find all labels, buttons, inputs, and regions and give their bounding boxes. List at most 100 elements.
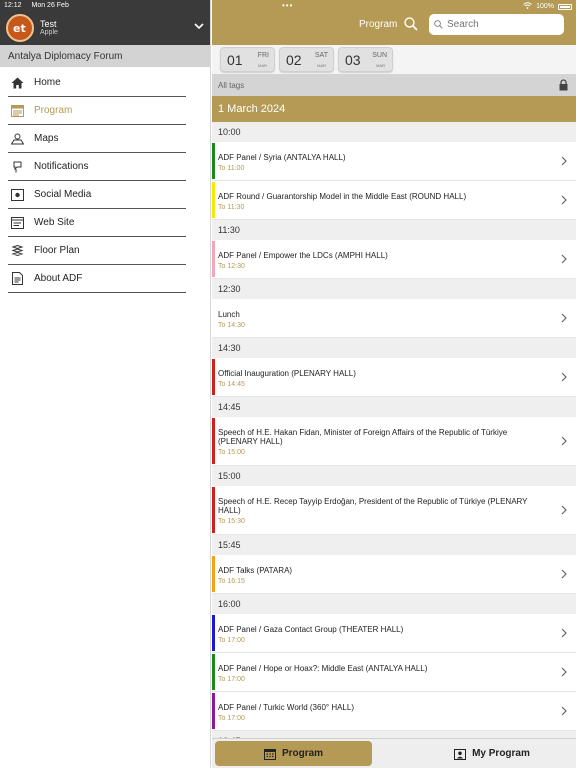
- date-month: MAR: [376, 63, 385, 68]
- sidebar-item-label: Floor Plan: [34, 245, 80, 256]
- sidebar-item-web-site[interactable]: Web Site: [8, 209, 186, 237]
- svg-text:et: et: [13, 22, 26, 35]
- chevron-right-icon: [561, 628, 567, 638]
- chevron-right-icon: [561, 667, 567, 677]
- map-icon: [10, 132, 24, 146]
- sidebar-item-label: Notifications: [34, 161, 89, 172]
- program-icon: [10, 104, 24, 118]
- date-tile-01[interactable]: 01 FRI MAR: [220, 47, 275, 72]
- sidebar-item-social-media[interactable]: Social Media: [8, 181, 186, 209]
- session-title: ADF Panel / Gaza Contact Group (THEATER …: [218, 625, 404, 634]
- main-panel: Program 01 FRI MAR 02 SAT MAR 03 SUN MAR: [212, 0, 576, 768]
- session-row[interactable]: Official Inauguration (PLENARY HALL) To 1…: [212, 358, 576, 397]
- search-icon[interactable]: [404, 17, 418, 31]
- chevron-down-icon[interactable]: [194, 21, 204, 31]
- status-date: Mon 26 Feb: [31, 2, 69, 9]
- session-end-time: To 14:30: [218, 322, 245, 329]
- session-end-time: To 14:45: [218, 381, 245, 388]
- session-row[interactable]: ADF Panel / Syria (ANTALYA HALL) To 11:00: [212, 142, 576, 181]
- battery-icon: [558, 3, 572, 10]
- chevron-right-icon: [561, 372, 567, 382]
- time-header: 11:30: [212, 220, 576, 240]
- calendar-icon: [263, 748, 276, 760]
- session-color-bar: [212, 693, 215, 729]
- info-icon: [10, 272, 24, 286]
- page-title: Program: [359, 19, 398, 30]
- status-bar-right: 100%: [523, 0, 572, 11]
- time-header: 14:45: [212, 397, 576, 417]
- sidebar-item-label: Program: [34, 105, 73, 116]
- session-end-time: To 17:00: [218, 715, 245, 722]
- session-title: Official Inauguration (PLENARY HALL): [218, 369, 356, 378]
- search-input[interactable]: [447, 19, 557, 30]
- session-row[interactable]: ADF Round / Guarantorship Model in the M…: [212, 181, 576, 220]
- sidebar-item-floor-plan[interactable]: Floor Plan: [8, 237, 186, 265]
- session-title: ADF Round / Guarantorship Model in the M…: [218, 192, 467, 201]
- sidebar-item-label: Web Site: [34, 217, 75, 228]
- sidebar-item-label: Social Media: [34, 189, 92, 200]
- sidebar-item-program[interactable]: Program: [8, 97, 186, 125]
- session-end-time: To 12:30: [218, 263, 245, 270]
- date-day: 02: [286, 52, 302, 68]
- sidebar-item-maps[interactable]: Maps: [8, 125, 186, 153]
- battery-percent: 100%: [536, 3, 554, 10]
- session-end-time: To 16:15: [218, 578, 245, 585]
- session-row[interactable]: Speech of H.E. Hakan Fidan, Minister of …: [212, 417, 576, 466]
- session-title: ADF Panel / Turkic World (360° HALL): [218, 703, 354, 712]
- tab-program[interactable]: Program: [215, 741, 372, 766]
- session-row[interactable]: ADF Panel / Empower the LDCs (AMPHI HALL…: [212, 240, 576, 279]
- session-row[interactable]: ADF Panel / Turkic World (360° HALL) To 1…: [212, 692, 576, 731]
- chevron-right-icon: [561, 195, 567, 205]
- session-row[interactable]: ADF Panel / Hope or Hoax?: Middle East (…: [212, 653, 576, 692]
- floor-plan-icon: [10, 244, 24, 258]
- social-media-icon: [10, 188, 24, 202]
- session-end-time: To 11:00: [218, 165, 245, 172]
- date-tile-02[interactable]: 02 SAT MAR: [279, 47, 334, 72]
- search-field[interactable]: [429, 14, 564, 35]
- lock-icon[interactable]: [559, 79, 568, 91]
- tags-label: All tags: [218, 81, 245, 90]
- wifi-icon: [523, 2, 532, 11]
- session-color-bar: [212, 487, 215, 533]
- date-weekday: SAT: [314, 52, 328, 59]
- time-header: 14:30: [212, 338, 576, 358]
- date-tile-03[interactable]: 03 SUN MAR: [338, 47, 393, 72]
- org-title: Antalya Diplomacy Forum: [0, 45, 210, 67]
- avatar[interactable]: et: [6, 14, 34, 42]
- home-icon: [10, 76, 24, 90]
- time-header: 16:00: [212, 594, 576, 614]
- session-row[interactable]: ADF Talks (PATARA) To 16:15: [212, 555, 576, 594]
- date-weekday: SUN: [372, 52, 387, 59]
- session-row[interactable]: Speech of H.E. Recep Tayyip Erdoğan, Pre…: [212, 486, 576, 535]
- multitask-dots[interactable]: •••: [282, 1, 293, 10]
- session-title: ADF Panel / Empower the LDCs (AMPHI HALL…: [218, 251, 388, 260]
- time-header: 15:45: [212, 535, 576, 555]
- sidebar-item-notifications[interactable]: Notifications: [8, 153, 186, 181]
- session-title: Speech of H.E. Hakan Fidan, Minister of …: [218, 428, 508, 446]
- top-bar: Program: [212, 0, 576, 45]
- day-banner: 1 March 2024: [212, 96, 576, 122]
- session-color-bar: [212, 418, 215, 464]
- chevron-right-icon: [561, 706, 567, 716]
- time-header: 15:00: [212, 466, 576, 486]
- session-row[interactable]: ADF Panel / Gaza Contact Group (THEATER …: [212, 614, 576, 653]
- sidebar-item-about-adf[interactable]: About ADF: [8, 265, 186, 293]
- session-color-bar: [212, 615, 215, 651]
- date-day: 03: [345, 52, 361, 68]
- chevron-right-icon: [561, 569, 567, 579]
- status-time: 12:12: [4, 2, 22, 9]
- sidebar-item-home[interactable]: Home: [8, 69, 186, 97]
- date-month: MAR: [317, 63, 326, 68]
- bottom-tab-bar: Program My Program: [212, 738, 576, 768]
- app-root: 12:12 Mon 26 Feb ••• 100% et Test Apple …: [0, 0, 576, 768]
- tab-my-program[interactable]: My Program: [412, 741, 572, 766]
- session-row[interactable]: Lunch To 14:30: [212, 299, 576, 338]
- sidebar-item-label: Maps: [34, 133, 59, 144]
- session-color-bar: [212, 182, 215, 218]
- sidebar-item-label: About ADF: [34, 273, 83, 284]
- session-color-bar: [212, 300, 215, 336]
- session-end-time: To 17:00: [218, 637, 245, 644]
- session-color-bar: [212, 143, 215, 179]
- tags-filter[interactable]: All tags: [212, 74, 576, 96]
- session-color-bar: [212, 654, 215, 690]
